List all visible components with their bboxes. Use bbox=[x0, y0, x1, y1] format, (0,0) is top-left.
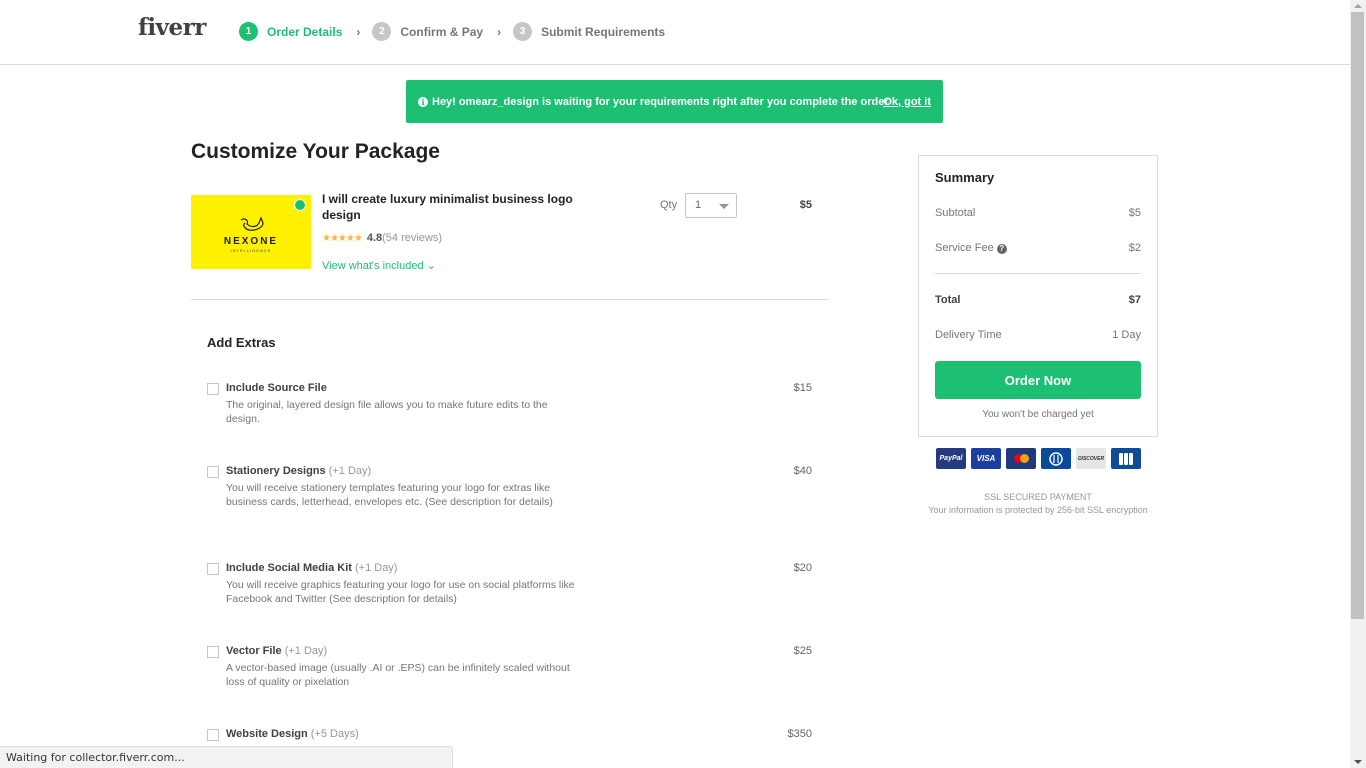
seller-badge-icon bbox=[294, 199, 306, 211]
step-confirm-pay: 2 Confirm & Pay bbox=[372, 22, 483, 41]
step-submit-requirements: 3 Submit Requirements bbox=[513, 22, 665, 41]
fox-logo-icon bbox=[240, 216, 264, 231]
extra-name: Include Social Media Kit (+1 Day) bbox=[226, 562, 397, 574]
scroll-down-icon[interactable] bbox=[1354, 760, 1362, 764]
extra-price: $25 bbox=[793, 645, 812, 657]
info-icon: i bbox=[418, 96, 428, 107]
star-rating-icon: ★★★★★ bbox=[322, 232, 363, 244]
requirements-banner: i Hey! omearz_design is waiting for your… bbox=[406, 80, 943, 123]
step-label: Submit Requirements bbox=[541, 24, 666, 39]
subtotal-row: Subtotal $5 bbox=[935, 207, 1141, 219]
page-title: Customize Your Package bbox=[191, 140, 440, 163]
extra-days: (+1 Day) bbox=[354, 562, 398, 574]
extra-name: Vector File (+1 Day) bbox=[226, 645, 327, 657]
extra-name: Website Design (+5 Days) bbox=[226, 728, 359, 740]
scroll-up-icon[interactable] bbox=[1354, 4, 1362, 8]
service-fee-text: Service Fee bbox=[935, 242, 994, 254]
chevron-right-icon: › bbox=[356, 24, 361, 39]
extra-name-text: Include Source File bbox=[226, 382, 327, 394]
quantity-select[interactable]: 1 bbox=[685, 193, 737, 218]
dismiss-banner-link[interactable]: Ok, got it bbox=[883, 96, 931, 108]
total-value: $7 bbox=[1128, 294, 1141, 306]
extra-name: Include Source File bbox=[226, 382, 327, 394]
review-count: (54 reviews) bbox=[382, 232, 443, 244]
banner-message: Hey! omearz_design is waiting for your r… bbox=[432, 95, 889, 108]
step-label: Order Details bbox=[267, 24, 343, 39]
extra-days: (+5 Days) bbox=[310, 728, 359, 740]
extra-name-text: Vector File bbox=[226, 645, 282, 657]
delivery-label: Delivery Time bbox=[935, 329, 1002, 341]
subtotal-label: Subtotal bbox=[935, 207, 976, 219]
visa-icon: VISA bbox=[971, 448, 1001, 469]
extra-price: $20 bbox=[793, 562, 812, 574]
extra-checkbox[interactable] bbox=[207, 729, 219, 741]
ssl-info: SSL SECURED PAYMENT Your information is … bbox=[918, 491, 1158, 517]
thumbnail-subtitle: INTELLIGENCE bbox=[230, 248, 272, 253]
extras-title: Add Extras bbox=[207, 335, 276, 350]
extra-name-text: Include Social Media Kit bbox=[226, 562, 352, 574]
paypal-icon: PayPal bbox=[936, 448, 966, 469]
delivery-row: Delivery Time 1 Day bbox=[935, 329, 1141, 341]
extra-description: A vector-based image (usually .AI or .EP… bbox=[226, 662, 570, 688]
summary-divider bbox=[935, 273, 1141, 274]
extra-checkbox[interactable] bbox=[207, 646, 219, 658]
extra-days: (+1 Day) bbox=[328, 465, 372, 477]
rating-score: 4.8 bbox=[366, 232, 383, 244]
summary-title: Summary bbox=[935, 170, 995, 185]
extra-name-text: Website Design bbox=[226, 728, 308, 740]
extra-price: $15 bbox=[793, 382, 812, 394]
package-price: $5 bbox=[799, 199, 812, 211]
help-icon[interactable]: ? bbox=[996, 243, 1007, 254]
extra-name: Stationery Designs (+1 Day) bbox=[226, 465, 371, 477]
qty-label: Qty bbox=[660, 199, 678, 211]
extra-checkbox[interactable] bbox=[207, 383, 219, 395]
extra-price: $350 bbox=[787, 728, 812, 740]
total-label: Total bbox=[935, 294, 961, 306]
ssl-title: SSL SECURED PAYMENT bbox=[984, 492, 1092, 502]
discover-icon: DISCOVER bbox=[1076, 448, 1106, 469]
gig-title[interactable]: I will create luxury minimalist business… bbox=[322, 191, 592, 223]
subtotal-value: $5 bbox=[1128, 207, 1141, 219]
gig-rating: ★★★★★ 4.8 (54 reviews) bbox=[322, 232, 442, 244]
extra-description: You will receive stationery templates fe… bbox=[226, 482, 553, 508]
total-row: Total $7 bbox=[935, 294, 1141, 306]
step-number: 1 bbox=[239, 22, 258, 41]
extra-description: You will receive graphics featuring your… bbox=[226, 579, 575, 605]
charge-note: You won't be charged yet bbox=[982, 409, 1094, 420]
view-whats-included-link[interactable]: View what's included ⌄ bbox=[322, 259, 436, 272]
browser-status-bar: Waiting for collector.fiverr.com... bbox=[0, 746, 453, 768]
service-fee-row: Service Fee? $2 bbox=[935, 242, 1141, 254]
extra-price: $40 bbox=[793, 465, 812, 477]
mastercard-icon bbox=[1006, 448, 1036, 469]
checkout-steps: 1 Order Details › 2 Confirm & Pay › 3 Su… bbox=[239, 22, 665, 41]
extra-name-text: Stationery Designs bbox=[226, 465, 326, 477]
service-fee-label: Service Fee? bbox=[935, 242, 1007, 254]
order-now-button[interactable]: Order Now bbox=[935, 361, 1141, 399]
page-scrollbar[interactable] bbox=[1350, 0, 1366, 768]
top-header: fiverr 1 Order Details › 2 Confirm & Pay… bbox=[0, 0, 1350, 65]
extra-description: The original, layered design file allows… bbox=[226, 399, 548, 425]
service-fee-value: $2 bbox=[1128, 242, 1141, 254]
thumbnail-brand: NEXONE bbox=[223, 236, 279, 247]
jcb-icon bbox=[1111, 448, 1141, 469]
gig-thumbnail[interactable]: NEXONE INTELLIGENCE bbox=[191, 195, 311, 269]
payment-methods: PayPal VISA DISCOVER bbox=[936, 448, 1141, 469]
extra-days: (+1 Day) bbox=[284, 645, 328, 657]
scrollbar-thumb[interactable] bbox=[1351, 12, 1364, 619]
step-label: Confirm & Pay bbox=[400, 24, 484, 39]
caret-down-icon bbox=[719, 204, 729, 209]
section-divider bbox=[191, 299, 829, 300]
diners-club-icon bbox=[1041, 448, 1071, 469]
delivery-value: 1 Day bbox=[1112, 329, 1141, 341]
ssl-text: Your information is protected by 256-bit… bbox=[928, 505, 1148, 515]
step-number: 2 bbox=[372, 22, 392, 41]
chevron-right-icon: › bbox=[497, 24, 502, 39]
extra-checkbox[interactable] bbox=[207, 466, 219, 478]
quantity-value: 1 bbox=[695, 199, 702, 211]
order-summary: Summary Subtotal $5 Service Fee? $2 Tota… bbox=[918, 155, 1158, 437]
extra-checkbox[interactable] bbox=[207, 563, 219, 575]
step-order-details: 1 Order Details bbox=[239, 22, 342, 41]
fiverr-logo[interactable]: fiverr bbox=[138, 14, 206, 41]
step-number: 3 bbox=[513, 22, 533, 41]
